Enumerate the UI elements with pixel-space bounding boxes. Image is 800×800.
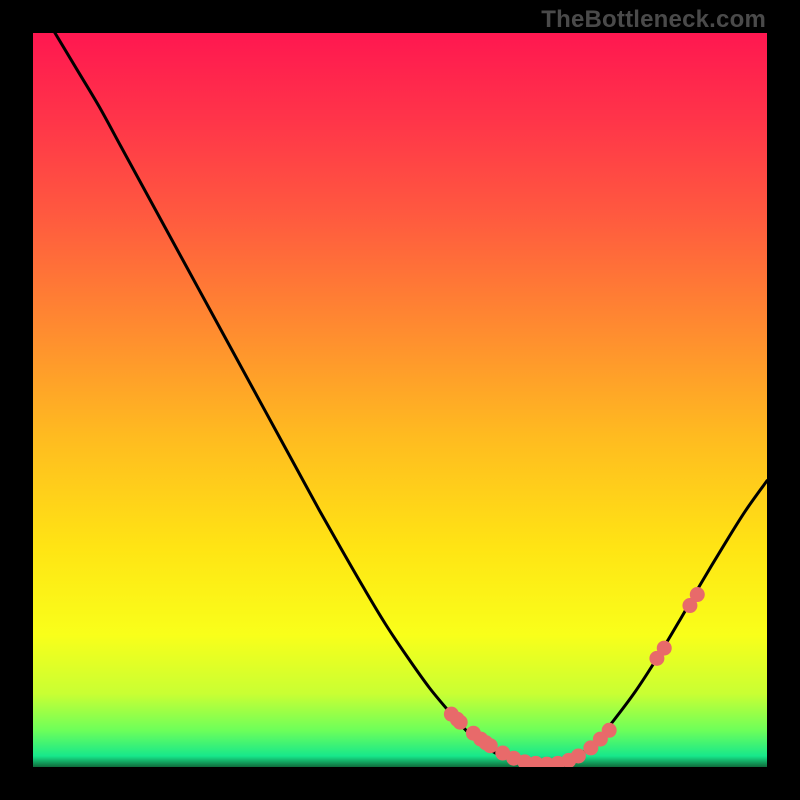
chart-stage: TheBottleneck.com (0, 0, 800, 800)
data-dot (571, 748, 586, 763)
data-dot (690, 587, 705, 602)
data-dot (483, 738, 498, 753)
plot-area (33, 33, 767, 767)
data-dots (444, 587, 705, 767)
curve-layer (33, 33, 767, 767)
data-dot (453, 715, 468, 730)
watermark-text: TheBottleneck.com (541, 6, 766, 34)
data-dot (657, 641, 672, 656)
data-dot (602, 723, 617, 738)
